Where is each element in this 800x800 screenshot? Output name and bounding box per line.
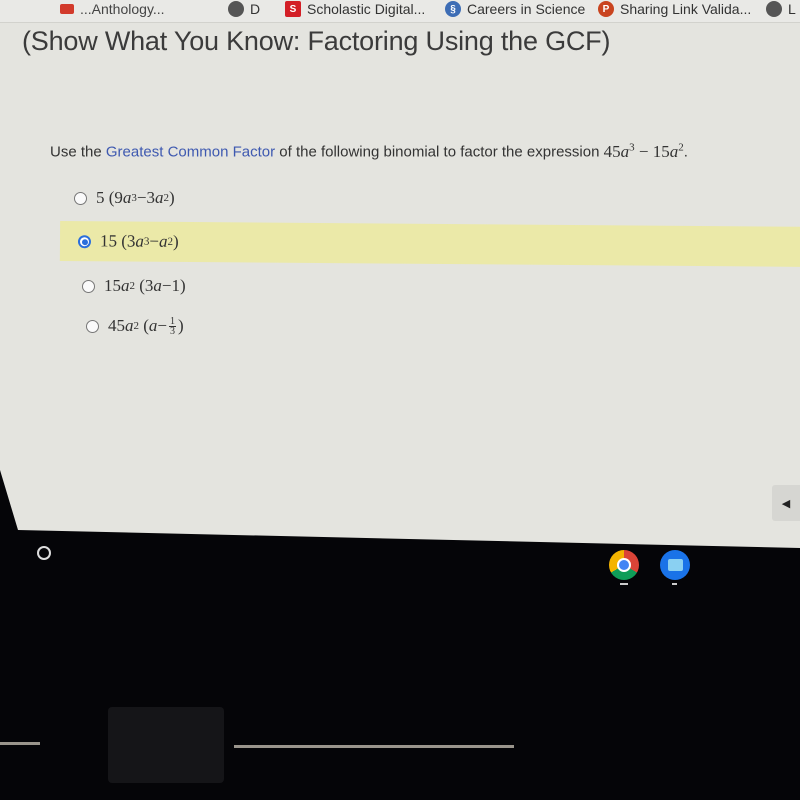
bookmark-anthology[interactable]: ...Anthology... (60, 1, 165, 17)
chromebook-screen: ...Anthology... D S Scholastic Digital..… (0, 0, 800, 548)
question-end: . (683, 143, 688, 161)
question-prefix: Use the (50, 143, 106, 161)
powerpoint-icon: P (598, 1, 614, 17)
answer-option-1[interactable]: 5 (9 a 3 − 3 a 2) (66, 178, 183, 218)
bookmark-sharing-link[interactable]: P Sharing Link Valida... (598, 1, 751, 17)
expression: 45a3 − 15a2 (603, 141, 684, 161)
radio-button[interactable] (82, 279, 95, 293)
scholastic-s-icon: S (285, 1, 301, 17)
launcher-button[interactable] (34, 543, 54, 563)
files-icon[interactable] (660, 550, 690, 580)
answer-option-4[interactable]: 45 a 2 (a − 1 3) (78, 306, 192, 346)
globe-icon (766, 1, 782, 17)
bookmark-label: ...Anthology... (80, 1, 165, 17)
radio-button[interactable] (74, 191, 87, 205)
keyboard-edge (0, 742, 40, 745)
bookmarks-bar: ...Anthology... D S Scholastic Digital..… (0, 0, 800, 23)
gcf-link[interactable]: Greatest Common Factor (106, 144, 275, 161)
fraction: 13 (169, 315, 177, 337)
launcher-icon (37, 546, 51, 560)
bookmark-label: D (250, 1, 261, 17)
answer-option-2[interactable]: 15 (3 a 3 − a 2) (59, 221, 800, 267)
question-text: Use the Greatest Common Factor of the fo… (50, 141, 688, 162)
keyboard-edge (234, 745, 514, 748)
bookmark-label: L (788, 1, 796, 17)
bookmark-label: Scholastic Digital... (307, 1, 426, 17)
chrome-icon[interactable] (609, 550, 639, 580)
running-indicator (672, 583, 677, 585)
page-title: (Show What You Know: Factoring Using the… (22, 26, 611, 56)
globe-icon (228, 1, 244, 17)
radio-button-selected[interactable] (77, 234, 92, 248)
bookmark-label: Sharing Link Valida... (620, 1, 752, 17)
collapse-left-icon: ◀ (781, 497, 791, 510)
bookmark-scholastic[interactable]: S Scholastic Digital... (285, 1, 425, 17)
radio-button[interactable] (86, 319, 99, 333)
bookmark-label: Careers in Science (467, 1, 586, 17)
collapse-side-panel-button[interactable]: ◀ (772, 485, 800, 521)
keyboard-key (108, 707, 224, 783)
red-square-icon (60, 4, 74, 14)
bookmark-d[interactable]: D (228, 1, 260, 17)
answer-option-3[interactable]: 15 a 2 (3 a − 1) (74, 266, 194, 306)
bookmark-l[interactable]: L (766, 1, 796, 17)
bookmark-careers-in-science[interactable]: § Careers in Science (445, 1, 585, 17)
running-indicator (620, 583, 628, 585)
dna-icon: § (445, 1, 461, 17)
question-suffix: of the following binomial to factor the … (275, 143, 604, 161)
